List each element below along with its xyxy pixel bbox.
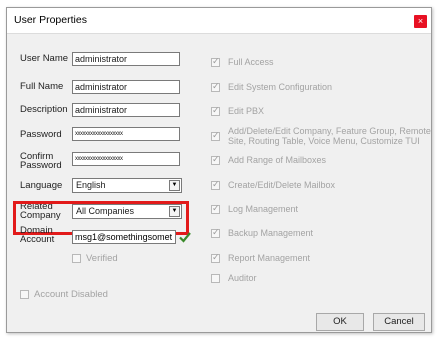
permission-checkbox[interactable]: ✓: [211, 105, 220, 116]
permission-label: Auditor: [228, 273, 257, 283]
account-disabled-label: Account Disabled: [34, 289, 108, 300]
language-value: English: [76, 180, 106, 190]
full-name-input[interactable]: administrator: [72, 80, 180, 94]
verified-checkbox[interactable]: [72, 254, 81, 263]
cancel-button[interactable]: Cancel: [373, 313, 425, 331]
domain-account-label-line2: Account: [20, 234, 55, 245]
permission-checkbox[interactable]: ✓: [211, 154, 220, 165]
full-name-label: Full Name: [20, 81, 64, 92]
permission-checkbox[interactable]: ✓: [211, 252, 220, 263]
ok-button[interactable]: OK: [316, 313, 364, 331]
chevron-down-icon[interactable]: ▼: [169, 180, 180, 191]
password-label: Password: [20, 129, 62, 140]
description-input[interactable]: administrator: [72, 103, 180, 117]
permission-label: Backup Management: [228, 228, 314, 238]
permission-label: Edit PBX: [228, 106, 265, 116]
confirm-password-input[interactable]: xxxxxxxxxxxxxxxxxxx: [72, 152, 180, 166]
password-input[interactable]: xxxxxxxxxxxxxxxxxxx: [72, 127, 180, 141]
language-select[interactable]: English ▼: [72, 178, 182, 193]
title-bar: User Properties ×: [7, 8, 431, 34]
permission-label: Report Management: [228, 253, 311, 263]
language-label: Language: [20, 180, 63, 191]
permission-label: Create/Edit/Delete Mailbox: [228, 180, 336, 190]
permission-checkbox[interactable]: ✓: [211, 179, 220, 190]
permission-checkbox[interactable]: ✓: [211, 227, 220, 238]
permission-checkbox[interactable]: [211, 274, 220, 283]
user-properties-dialog: User Properties × User Name administrato…: [6, 7, 432, 333]
confirm-password-label-line2: Password: [20, 160, 62, 171]
permission-label: Full Access: [228, 57, 274, 67]
close-icon[interactable]: ×: [414, 15, 427, 28]
account-disabled-checkbox[interactable]: [20, 290, 29, 299]
user-name-input[interactable]: administrator: [72, 52, 180, 66]
permission-label: Add Range of Mailboxes: [228, 155, 327, 165]
permission-label-line1: Add/Delete/Edit Company, Feature Group, …: [228, 126, 431, 136]
permission-checkbox[interactable]: ✓: [211, 203, 220, 214]
user-name-label: User Name: [20, 53, 69, 64]
permission-checkbox[interactable]: ✓: [211, 81, 220, 92]
description-label: Description: [20, 104, 68, 115]
permission-label: Edit System Configuration: [228, 82, 333, 92]
verified-label: Verified: [86, 253, 118, 264]
checkmark-icon[interactable]: [179, 231, 191, 243]
permission-checkbox[interactable]: ✓: [211, 56, 220, 67]
domain-account-input[interactable]: msg1@somethingsomet: [72, 230, 176, 244]
permission-checkbox[interactable]: ✓: [211, 130, 220, 141]
dialog-title: User Properties: [14, 14, 87, 26]
permission-label-line2: Site, Routing Table, Voice Menu, Customi…: [228, 136, 420, 146]
permission-label: Log Management: [228, 204, 299, 214]
